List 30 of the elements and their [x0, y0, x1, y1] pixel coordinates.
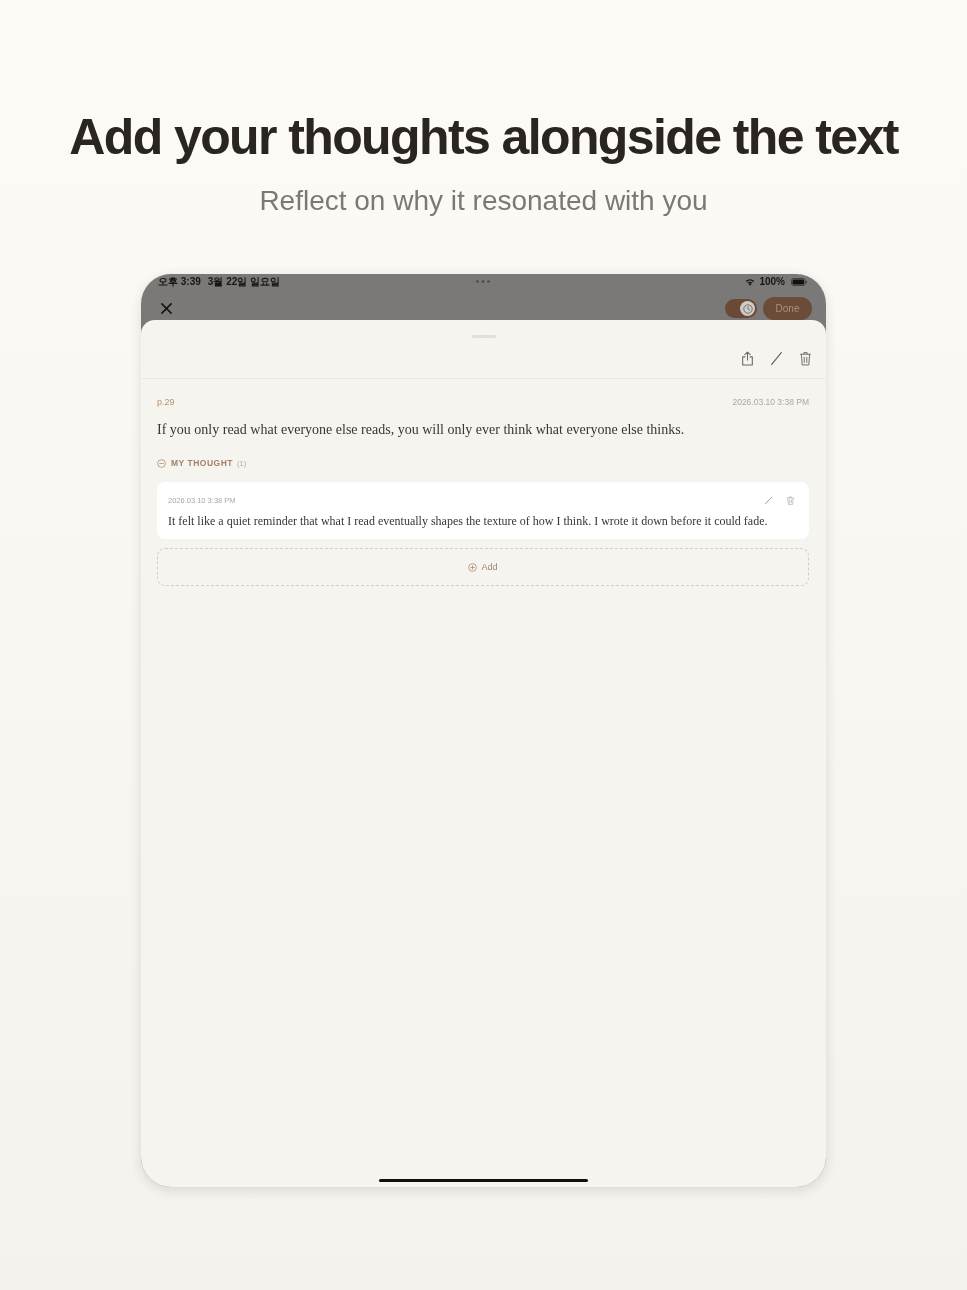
share-icon [741, 351, 754, 366]
wifi-icon [745, 278, 756, 286]
battery-icon [791, 278, 807, 286]
close-icon [161, 303, 172, 314]
highlight-quote: If you only read what everyone else reads, you will only ever think what everyone else thinks. [157, 421, 686, 439]
minus-circle-icon [157, 458, 166, 468]
subheadline: Reflect on why it resonated with you [259, 184, 708, 218]
section-label: MY THOUGHT [171, 458, 233, 468]
ellipsis-icon [476, 280, 490, 283]
close-button[interactable] [161, 303, 172, 314]
highlight-date: 2026.03.10 3:38 PM [732, 397, 809, 407]
headline: Add your thoughts alongside the text [69, 108, 898, 167]
pencil-icon [764, 495, 773, 505]
share-button[interactable] [741, 351, 754, 366]
edit-button[interactable] [770, 351, 783, 366]
add-thought-button[interactable]: Add [157, 548, 809, 586]
status-time: 오후 3:39 [158, 276, 201, 288]
done-button[interactable]: Done [763, 297, 812, 320]
trash-icon [786, 495, 795, 505]
battery-percent: 100% [759, 276, 785, 288]
plus-circle-icon [468, 562, 478, 572]
page-number: p.29 [157, 397, 175, 407]
edit-thought-button[interactable] [764, 495, 773, 505]
trash-icon [799, 351, 812, 366]
status-date: 3월 22일 일요일 [207, 276, 281, 288]
timer-toggle[interactable] [725, 299, 757, 318]
delete-button[interactable] [799, 351, 812, 366]
thought-text: It felt like a quiet reminder that what I read eventually shapes the texture of how I think. I wrote it down before it could fade. [168, 513, 769, 529]
pencil-icon [770, 351, 783, 366]
clock-icon [742, 303, 753, 314]
